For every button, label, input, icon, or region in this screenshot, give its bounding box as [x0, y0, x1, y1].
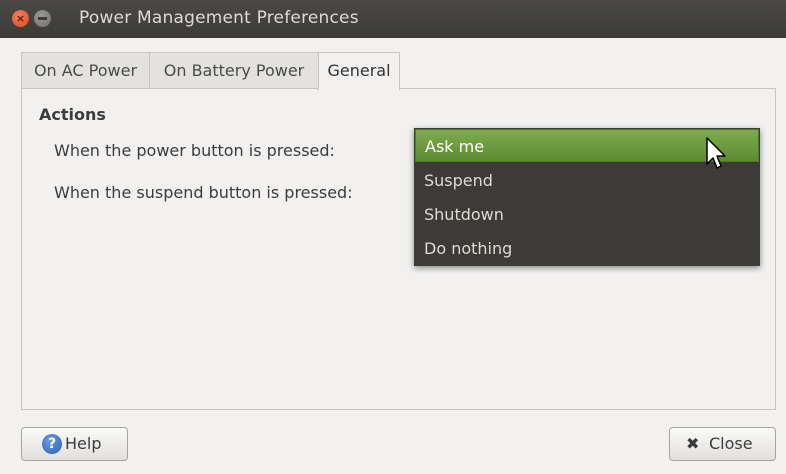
suspend-button-label: When the suspend button is pressed: — [54, 183, 353, 202]
tab-general[interactable]: General — [318, 52, 400, 90]
window-titlebar: × Power Management Preferences — [0, 0, 786, 38]
help-icon: ? — [42, 434, 62, 454]
close-button[interactable]: ✖ Close — [669, 427, 776, 461]
tab-on-ac-power[interactable]: On AC Power — [21, 52, 150, 89]
help-button-label: Help — [65, 434, 102, 453]
tab-on-battery-power[interactable]: On Battery Power — [149, 52, 319, 89]
window-title: Power Management Preferences — [79, 8, 359, 28]
help-button[interactable]: ? Help — [21, 427, 128, 461]
option-do-nothing[interactable]: Do nothing — [415, 232, 759, 265]
window-close-icon[interactable]: × — [12, 10, 29, 27]
option-shutdown[interactable]: Shutdown — [415, 198, 759, 231]
power-button-label: When the power button is pressed: — [54, 141, 335, 160]
actions-heading: Actions — [39, 105, 106, 124]
close-icon: ✖ — [686, 434, 700, 453]
close-button-label: Close — [709, 434, 753, 453]
window-minimize-icon[interactable] — [34, 10, 51, 27]
mouse-pointer-icon — [706, 137, 726, 169]
